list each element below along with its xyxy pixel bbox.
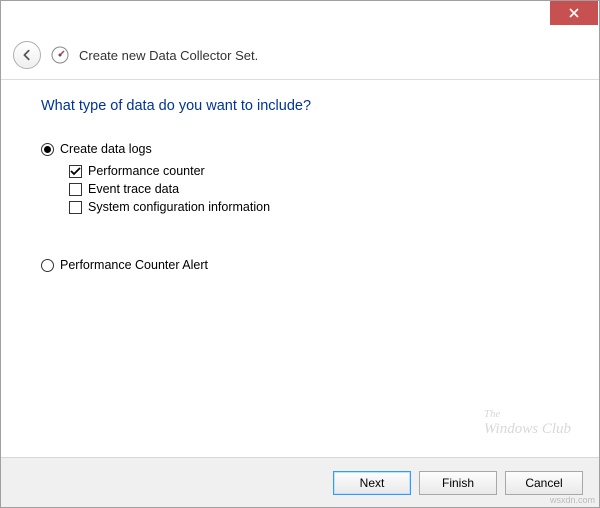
radio-performance-counter-alert[interactable]: Performance Counter Alert xyxy=(41,258,559,272)
radio-icon xyxy=(41,143,54,156)
close-button[interactable] xyxy=(550,1,598,25)
title-bar xyxy=(1,1,599,31)
checkbox-label: System configuration information xyxy=(88,200,270,214)
wizard-question: What type of data do you want to include… xyxy=(41,98,559,114)
checkbox-icon xyxy=(69,201,82,214)
checkbox-event-trace-data[interactable]: Event trace data xyxy=(69,182,559,196)
wizard-content: What type of data do you want to include… xyxy=(1,80,599,272)
back-arrow-icon xyxy=(20,48,34,62)
cancel-button[interactable]: Cancel xyxy=(505,471,583,495)
back-button[interactable] xyxy=(13,41,41,69)
radio-label: Create data logs xyxy=(60,142,152,156)
wizard-title: Create new Data Collector Set. xyxy=(79,48,258,63)
button-bar: Next Finish Cancel xyxy=(1,457,599,507)
checkbox-label: Event trace data xyxy=(88,182,179,196)
wizard-header: Create new Data Collector Set. xyxy=(1,31,599,79)
checkbox-icon xyxy=(69,183,82,196)
radio-label: Performance Counter Alert xyxy=(60,258,208,272)
checkbox-system-configuration[interactable]: System configuration information xyxy=(69,200,559,214)
watermark: The Windows Club xyxy=(484,408,571,437)
app-icon xyxy=(51,46,69,64)
radio-icon xyxy=(41,259,54,272)
checkbox-label: Performance counter xyxy=(88,164,205,178)
radio-create-data-logs[interactable]: Create data logs xyxy=(41,142,559,156)
next-button[interactable]: Next xyxy=(333,471,411,495)
watermark-line1: The xyxy=(484,408,571,420)
checkbox-performance-counter[interactable]: Performance counter xyxy=(69,164,559,178)
finish-button[interactable]: Finish xyxy=(419,471,497,495)
watermark-line2: Windows Club xyxy=(484,421,571,438)
close-icon xyxy=(569,8,579,18)
checkbox-icon xyxy=(69,165,82,178)
